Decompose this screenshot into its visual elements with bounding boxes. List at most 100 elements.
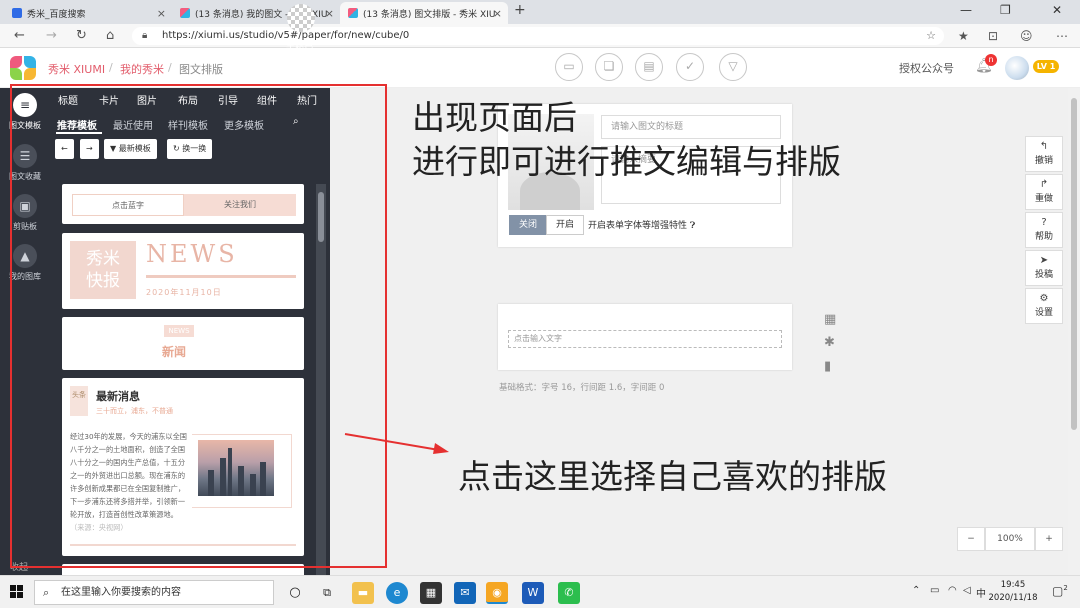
annotation-bottom: 点击这里选择自己喜欢的排版 — [458, 457, 887, 496]
enhance-hint: 开启表单字体等增强特性 ❓︎ — [588, 218, 695, 231]
print-icon[interactable]: ▤ — [635, 53, 663, 81]
hint-text: 开启表单字体等增强特性 — [588, 221, 688, 231]
copy-icon[interactable]: ❏ — [595, 53, 623, 81]
tool-label: 重做 — [1034, 194, 1053, 204]
reload-icon[interactable]: ↻ — [76, 28, 87, 43]
browser-tabbar: 秀米_百度搜索 × (13 条消息) 我的图文 - 秀米 XIU × (13 条… — [0, 0, 1080, 24]
arrow-icon — [344, 433, 449, 454]
folder-icon[interactable]: ▭ — [555, 53, 583, 81]
avatar[interactable] — [1005, 56, 1029, 80]
send-icon: ➤ — [1039, 255, 1049, 266]
tool-label: 帮助 — [1034, 232, 1053, 242]
undo-button[interactable]: ↰ 撤销 — [1025, 136, 1063, 172]
profile-icon[interactable]: ☺ — [1020, 29, 1033, 43]
publish-icon[interactable]: ▽ — [719, 53, 747, 81]
annotation-top: 出现页面后 进行即可进行推文编辑与排版 — [412, 96, 841, 184]
forward-icon[interactable]: → — [46, 28, 57, 43]
task-view-icon[interactable]: ⧉ — [316, 582, 338, 604]
base-format-info: 基础格式：字号 16，行间距 1.6，字间距 0 — [499, 383, 665, 393]
search-icon: ⌕ — [43, 586, 50, 599]
help-circle-icon[interactable]: ❓︎ — [690, 221, 695, 231]
breadcrumb-mine[interactable]: 我的秀米 — [120, 61, 164, 77]
favorites-icon[interactable]: ★ — [958, 29, 969, 43]
annotation-line: 进行即可进行推文编辑与排版 — [412, 142, 841, 181]
page-scrollbar[interactable] — [1068, 88, 1080, 575]
app-icon[interactable]: ◉ — [486, 582, 508, 604]
text-input[interactable]: 点击输入文字 — [508, 330, 782, 348]
zoom-in-button[interactable]: + — [1035, 527, 1063, 551]
notification-badge: n — [985, 54, 997, 66]
tray-expand-icon[interactable]: ⌃ — [912, 585, 920, 596]
notification-count: 2 — [1063, 584, 1068, 592]
breadcrumb-current: 图文排版 — [179, 63, 223, 76]
check-icon[interactable]: ✓ — [676, 53, 704, 81]
toggle-off-button[interactable]: 关闭 — [509, 215, 547, 235]
home-icon[interactable]: ⌂ — [106, 28, 114, 43]
wifi-icon[interactable]: ◠ — [948, 585, 957, 596]
settings-button[interactable]: ⚙ 设置 — [1025, 288, 1063, 324]
file-explorer-icon[interactable]: ▬ — [352, 582, 374, 604]
browser-tab-baidu[interactable]: 秀米_百度搜索 × — [4, 2, 172, 24]
taskbar-search-input[interactable]: ⌕ 在这里输入你要搜索的内容 — [34, 580, 274, 605]
annotation-line: 出现页面后 — [412, 98, 577, 137]
new-tab-button[interactable]: + — [514, 2, 526, 18]
edge-browser-icon[interactable]: e — [386, 582, 408, 604]
wechat-icon[interactable]: ✆ — [558, 582, 580, 604]
address-bar[interactable]: 🔒︎ https://xiumi.us/studio/v5#/paper/for… — [132, 27, 944, 45]
bar-chart-icon[interactable]: ▮ — [824, 359, 831, 374]
tab-title: (13 条消息) 图文排版 - 秀米 XIU — [363, 9, 496, 20]
brand-link[interactable]: 秀米 XIUMI — [48, 61, 105, 77]
tool-label: 设置 — [1034, 308, 1053, 318]
redo-button[interactable]: ↱ 重做 — [1025, 174, 1063, 210]
theme-color-swatch[interactable] — [287, 4, 315, 32]
clock-time: 19:45 — [1000, 580, 1026, 590]
bookmark-star-icon[interactable]: ☆ — [926, 27, 936, 45]
minimize-icon[interactable]: — — [960, 3, 972, 17]
ime-indicator[interactable]: 中 — [976, 585, 986, 600]
cortana-icon[interactable]: ○ — [284, 582, 306, 604]
lock-icon: 🔒︎ — [142, 30, 148, 41]
baidu-favicon-icon — [12, 8, 22, 18]
level-badge: LV 1 — [1033, 60, 1059, 73]
breadcrumb-separator: / — [109, 61, 113, 74]
grid-icon[interactable]: ▦ — [824, 312, 836, 327]
back-icon[interactable]: ← — [14, 28, 25, 43]
zoom-out-button[interactable]: − — [957, 527, 985, 551]
more-menu-icon[interactable]: ⋯ — [1056, 29, 1068, 43]
windows-taskbar: ⌕ 在这里输入你要搜索的内容 ○ ⧉ ▬ e ▦ ✉ ◉ W ✆ ⌃ ▭ ◠ ◁… — [0, 575, 1080, 608]
xiumi-logo-icon[interactable] — [10, 56, 36, 80]
close-window-icon[interactable]: ✕ — [1052, 3, 1062, 17]
xiumi-favicon-icon — [180, 8, 190, 18]
xiumi-favicon-icon — [348, 8, 358, 18]
close-icon[interactable]: × — [157, 7, 166, 20]
word-icon[interactable]: W — [522, 582, 544, 604]
gear-small-icon[interactable]: ✱ — [824, 335, 835, 350]
redo-icon: ↱ — [1039, 179, 1049, 190]
browser-tab-my-articles[interactable]: (13 条消息) 我的图文 - 秀米 XIU × — [172, 2, 340, 24]
store-icon[interactable]: ▦ — [420, 582, 442, 604]
clock-date: 2020/11/18 — [988, 593, 1038, 603]
search-placeholder: 在这里输入你要搜索的内容 — [61, 587, 181, 598]
tool-label: 撤销 — [1034, 156, 1053, 166]
gear-icon: ⚙ — [1039, 293, 1049, 304]
submit-button[interactable]: ➤ 投稿 — [1025, 250, 1063, 286]
tab-title: 秀米_百度搜索 — [27, 9, 86, 20]
scroll-thumb[interactable] — [1071, 98, 1077, 430]
system-clock[interactable]: 19:45 2020/11/18 — [988, 579, 1038, 605]
network-icon[interactable]: ▭ — [930, 585, 939, 596]
app-header: 秀米 XIUMI / 我的秀米 / 图文排版 ▭ ❏ ▤ ✓ ▽ 授权公众号 🔔… — [0, 48, 1080, 88]
close-icon[interactable]: × — [493, 7, 502, 20]
mail-icon[interactable]: ✉ — [454, 582, 476, 604]
tool-label: 投稿 — [1034, 270, 1053, 280]
notification-center-icon[interactable]: ▢2 — [1052, 584, 1068, 598]
restore-icon[interactable]: ❐ — [1000, 3, 1011, 17]
toggle-on-button[interactable]: 开启 — [546, 215, 584, 235]
help-button[interactable]: ? 帮助 — [1025, 212, 1063, 248]
browser-tab-layout[interactable]: (13 条消息) 图文排版 - 秀米 XIU × — [340, 2, 508, 24]
close-icon[interactable]: × — [325, 7, 334, 20]
authorize-account-link[interactable]: 授权公众号 — [899, 60, 954, 76]
volume-icon[interactable]: ◁ — [963, 585, 971, 596]
collections-icon[interactable]: ⊡ — [988, 29, 998, 43]
windows-start-icon[interactable] — [10, 585, 24, 599]
highlight-box — [10, 84, 387, 568]
